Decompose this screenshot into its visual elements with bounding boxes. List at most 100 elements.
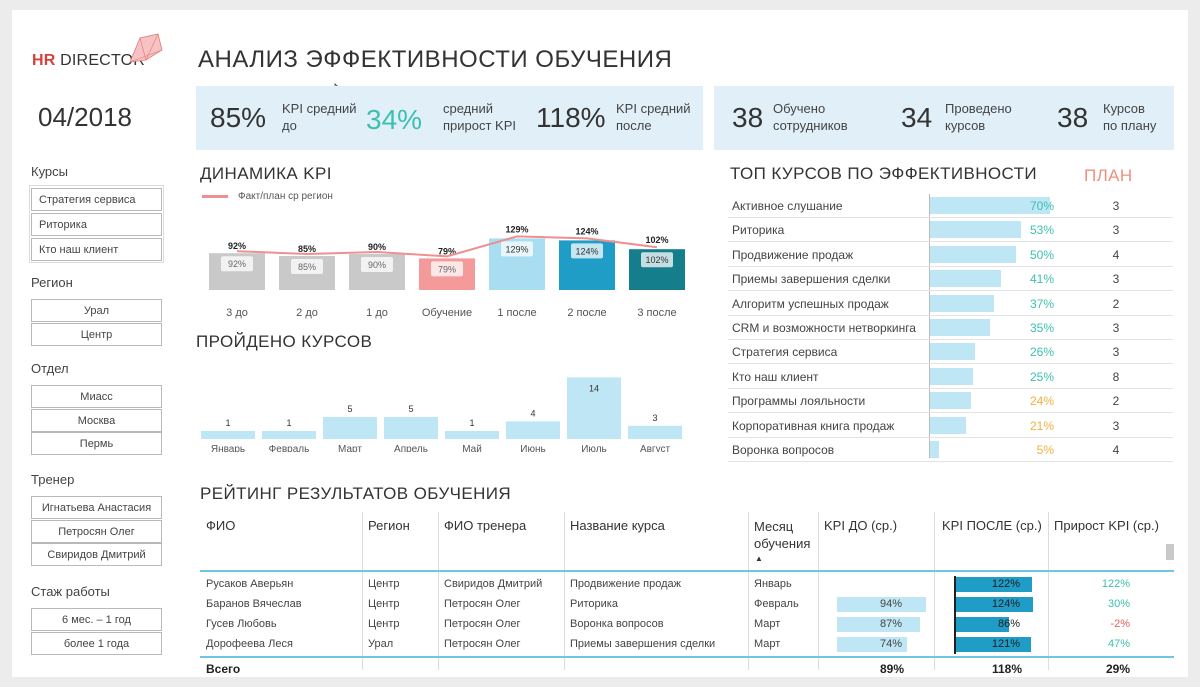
legend-line-swatch (202, 195, 228, 198)
trained-label-line: сотрудников (773, 118, 848, 133)
kpi-after-value: 121% (991, 638, 1020, 650)
col-header-kpi-before[interactable]: KPI ДО (ср.) (824, 518, 897, 533)
top-course-name: Продвижение продаж (732, 247, 854, 262)
top-course-row[interactable]: Риторика 53% 3 (728, 218, 1173, 243)
filter-department-item[interactable]: Москва (31, 409, 162, 432)
top-course-row[interactable]: Стратегия сервиса 26% 3 (728, 340, 1173, 365)
top-course-row[interactable]: CRM и возможности нетворкинга 35% 3 (728, 316, 1173, 340)
filter-experience-item[interactable]: 6 мес. – 1 год (31, 608, 162, 631)
courses-month-label: Июнь (520, 444, 545, 452)
top-course-name: Воронка вопросов (732, 443, 835, 457)
top-course-plan: 2 (1112, 296, 1120, 311)
filter-trainer-item[interactable]: Свиридов Дмитрий (31, 543, 162, 566)
logo-hr: HR (32, 52, 56, 69)
planned-label: Курсов по плану (1103, 100, 1156, 134)
kpi-bar-value-label: 85% (298, 244, 316, 254)
column-divider (564, 512, 565, 670)
col-header-growth[interactable]: Прирост KPI (ср.) (1054, 518, 1159, 533)
courses-bar (384, 417, 438, 439)
courses-bar-value: 14 (589, 383, 599, 393)
top-course-name: Риторика (732, 223, 785, 238)
rating-cell-month: Март (754, 618, 781, 630)
rating-cell-course: Приемы завершения сделки (570, 638, 716, 650)
legend-label: Факт/план ср регион (238, 191, 333, 202)
kpi-before-value: 74% (879, 638, 902, 650)
kpi-category-label: 1 после (497, 307, 536, 319)
logo-icon (129, 33, 163, 63)
kpi-bar-inner-label: 90% (368, 260, 386, 270)
courses-month-label: Май (462, 444, 482, 452)
filter-trainer-item[interactable]: Петросян Олег (31, 520, 162, 543)
column-divider (438, 512, 439, 670)
top-course-row[interactable]: Воронка вопросов 5% 4 (728, 438, 1173, 462)
sort-ascending-icon[interactable]: ▲ (755, 554, 763, 563)
top-course-row[interactable]: Кто наш клиент 25% 8 (728, 365, 1173, 389)
filter-region-label: Регион (31, 275, 73, 290)
filter-department-item[interactable]: Миасс (31, 385, 162, 408)
kpi-category-label: 3 после (637, 307, 676, 319)
filter-course-item[interactable]: Кто наш клиент (31, 238, 162, 261)
courses-bar-value: 5 (408, 404, 413, 414)
dynamics-title: ДИНАМИКА KPI (200, 164, 332, 183)
top-course-name: Алгоритм успешных продаж (732, 296, 889, 311)
planned-count: 38 (1057, 102, 1089, 133)
held-count: 34 (901, 102, 933, 133)
kpi-growth-label-line: прирост KPI (443, 118, 517, 133)
courses-bar (445, 431, 499, 439)
rating-cell-fio: Баранов Вячеслав (206, 598, 302, 610)
kpi-bar-inner-label: 79% (438, 264, 456, 274)
filter-trainer-item[interactable]: Игнатьева Анастасия (31, 496, 162, 519)
filter-course-item[interactable]: Риторика (31, 213, 162, 236)
top-course-row[interactable]: Продвижение продаж 50% 4 (728, 243, 1173, 267)
growth-value: 122% (1101, 578, 1130, 590)
top-course-bar (930, 343, 975, 361)
kpi-after-label-line: KPI средний (616, 101, 691, 116)
rating-cell-fio: Русаков Аверьян (206, 578, 294, 590)
header-divider (200, 570, 1174, 572)
top-course-bar (930, 367, 973, 385)
total-growth: 29% (1105, 662, 1130, 676)
kpi-bar-value-label: 129% (505, 224, 528, 234)
kpi-bar-value-label: 124% (575, 226, 598, 236)
kpi-bar-inner-label: 124% (575, 246, 598, 256)
col-header-fio[interactable]: ФИО (206, 518, 235, 533)
top-course-plan: 8 (1112, 369, 1120, 384)
top-course-plan: 3 (1112, 223, 1120, 238)
top-course-row[interactable]: Корпоративная книга продаж 21% 3 (728, 414, 1173, 438)
growth-value: 47% (1107, 638, 1130, 650)
filter-experience-item[interactable]: более 1 года (31, 632, 162, 655)
col-header-course[interactable]: Название курса (570, 518, 665, 533)
courses-month-label: Февраль (269, 444, 310, 452)
kpi-category-label: 3 до (226, 307, 248, 319)
top-course-percent: 5% (1036, 443, 1054, 457)
top-course-plan: 4 (1112, 247, 1120, 262)
period-label: 04/2018 (38, 102, 132, 132)
col-header-region[interactable]: Регион (368, 518, 410, 533)
top-course-name: Корпоративная книга продаж (732, 418, 895, 433)
top-course-name: CRM и возможности нетворкинга (732, 321, 916, 335)
top-course-row[interactable]: Программы лояльности 24% 2 (728, 389, 1173, 414)
courses-bar-value: 1 (469, 418, 474, 428)
col-header-kpi-after[interactable]: KPI ПОСЛЕ (ср.) (942, 518, 1042, 533)
col-header-month[interactable]: Месяц обучения (754, 518, 810, 552)
kpi-bar-inner-label: 102% (645, 255, 668, 265)
filter-course-item[interactable]: Стратегия сервиса (31, 188, 162, 211)
page-title: АНАЛИЗ ЭФФЕКТИВНОСТИ ОБУЧЕНИЯ (198, 46, 673, 73)
col-header-trainer[interactable]: ФИО тренера (444, 518, 526, 533)
kpi-before-value: 94% (879, 598, 902, 610)
kpi-growth-label-line: средний (443, 101, 493, 116)
top-course-percent: 41% (1029, 272, 1054, 287)
trained-label: Обучено сотрудников (773, 100, 848, 134)
kpi-category-label: 2 после (567, 307, 606, 319)
top-course-name: Стратегия сервиса (732, 345, 838, 360)
filter-department-label: Отдел (31, 361, 69, 376)
courses-bar-value: 3 (652, 413, 657, 423)
scrollbar-thumb[interactable] (1166, 544, 1174, 560)
filter-region-item[interactable]: Центр (31, 323, 162, 346)
top-course-name: Активное слушание (732, 199, 843, 213)
top-course-row[interactable]: Приемы завершения сделки 41% 3 (728, 267, 1173, 292)
filter-region-item[interactable]: Урал (31, 299, 162, 322)
top-course-row[interactable]: Алгоритм успешных продаж 37% 2 (728, 292, 1173, 316)
top-course-row[interactable]: Активное слушание 70% 3 (728, 194, 1173, 218)
filter-department-item[interactable]: Пермь (31, 432, 162, 455)
